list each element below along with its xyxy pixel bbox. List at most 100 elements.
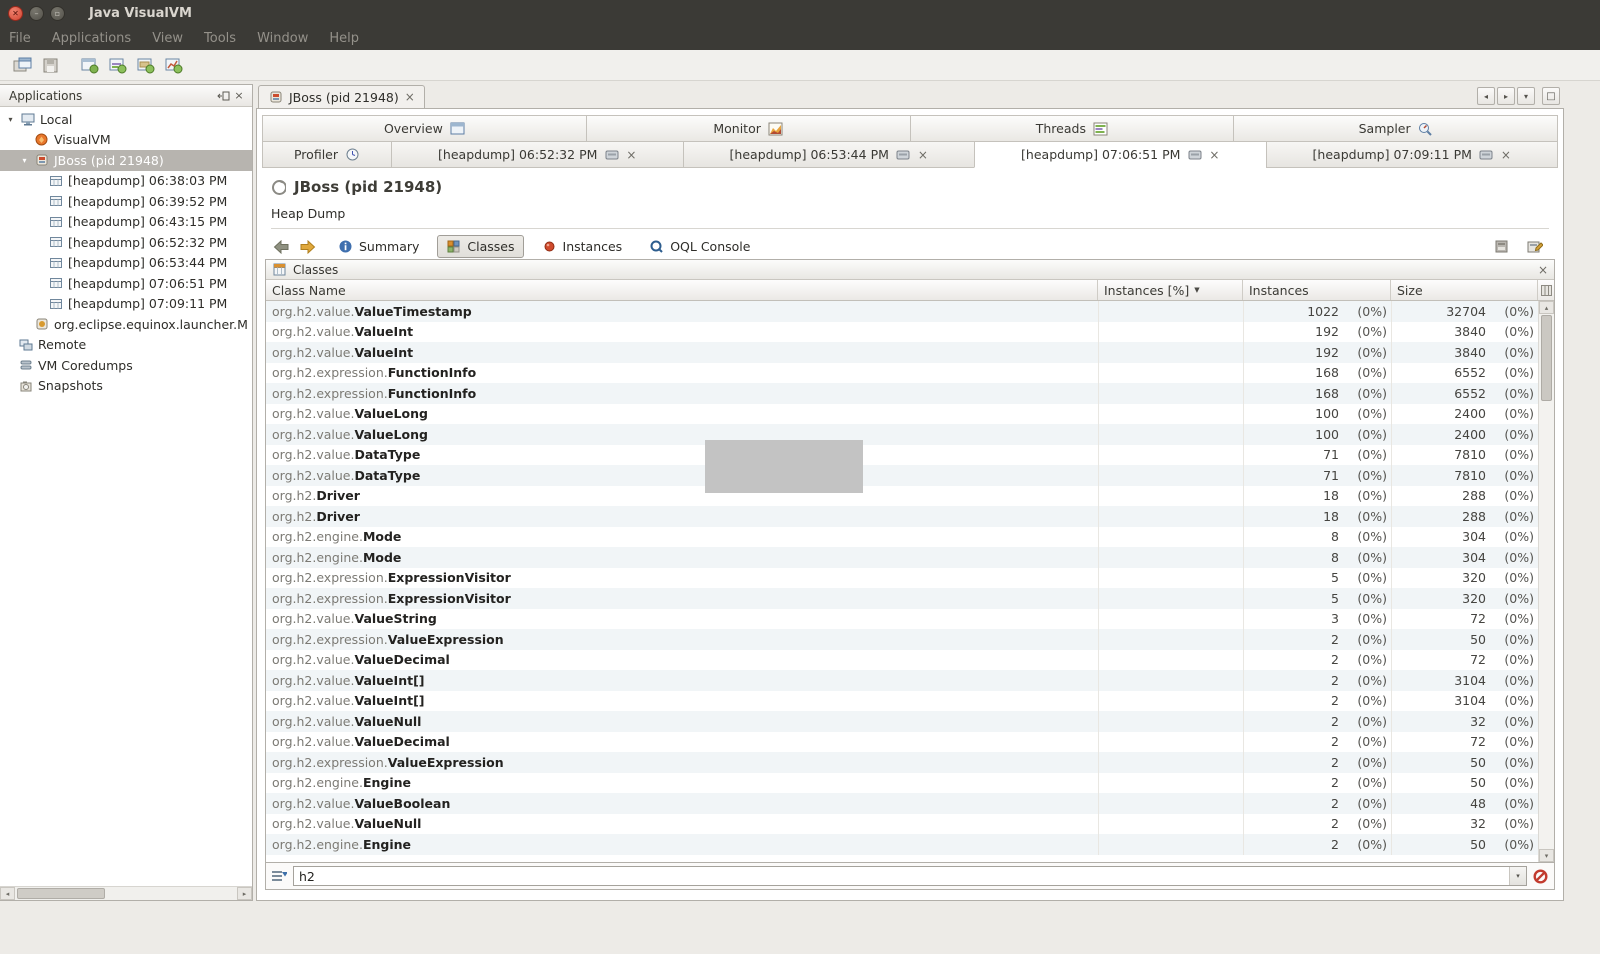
instances-button[interactable]: Instances	[533, 235, 632, 258]
table-row[interactable]: org.h2.engine.Engine 2 (0%) 50 (0%)	[266, 772, 1538, 793]
class-filter-input[interactable]	[294, 867, 1509, 885]
table-row[interactable]: org.h2.value.ValueInt 192 (0%) 3840 (0%)	[266, 342, 1538, 363]
tabs-list-button[interactable]: ▾	[1517, 87, 1535, 105]
table-row[interactable]: org.h2.expression.ValueExpression 2 (0%) …	[266, 629, 1538, 650]
sidebar-close-icon[interactable]: ×	[231, 88, 247, 104]
panel-close-icon[interactable]: ×	[1538, 264, 1548, 276]
close-tab-icon[interactable]: ×	[1209, 149, 1219, 161]
tree-item-local[interactable]: ▾ Local	[0, 109, 252, 130]
table-row[interactable]: org.h2.engine.Engine 2 (0%) 50 (0%)	[266, 834, 1538, 855]
tab-monitor[interactable]: Monitor	[585, 115, 911, 142]
application-snapshot-icon[interactable]	[78, 53, 102, 77]
close-tab-icon[interactable]: ×	[626, 149, 636, 161]
table-row[interactable]: org.h2.engine.Mode 8 (0%) 304 (0%)	[266, 526, 1538, 547]
table-row[interactable]: org.h2.value.ValueDecimal 2 (0%) 72 (0%)	[266, 731, 1538, 752]
table-row[interactable]: org.h2.value.ValueDecimal 2 (0%) 72 (0%)	[266, 649, 1538, 670]
table-row[interactable]: org.h2.value.ValueInt 192 (0%) 3840 (0%)	[266, 321, 1538, 342]
table-row[interactable]: org.h2.expression.FunctionInfo 168 (0%) 6…	[266, 383, 1538, 404]
forward-icon[interactable]	[296, 236, 320, 258]
save-snapshot-icon[interactable]	[38, 53, 62, 77]
load-snapshot-icon[interactable]	[10, 53, 34, 77]
tabs-scroll-left-button[interactable]: ◂	[1477, 87, 1495, 105]
tree-item-heapdump[interactable]: [heapdump] 07:06:51 PM	[0, 273, 252, 294]
tree-item-heapdump[interactable]: [heapdump] 06:52:32 PM	[0, 232, 252, 253]
maximize-view-button[interactable]: □	[1542, 87, 1560, 105]
scroll-left-icon[interactable]: ◂	[0, 887, 15, 900]
table-row[interactable]: org.h2.value.ValueNull 2 (0%) 32 (0%)	[266, 711, 1538, 732]
export-icon[interactable]	[1491, 237, 1511, 257]
expander-icon[interactable]: ▾	[6, 115, 15, 124]
tab-overview[interactable]: Overview	[262, 115, 587, 142]
table-row[interactable]: org.h2.value.ValueTimestamp 1022 (0%) 327…	[266, 301, 1538, 322]
menu-item[interactable]: Window	[257, 31, 308, 46]
column-header-class-name[interactable]: Class Name	[266, 280, 1098, 300]
tree-item-visualvm[interactable]: VisualVM	[0, 130, 252, 151]
clear-filter-icon[interactable]	[1533, 868, 1548, 884]
menu-item[interactable]: Help	[329, 31, 359, 46]
scroll-right-icon[interactable]: ▸	[237, 887, 252, 900]
tab-heapdump-065232[interactable]: [heapdump] 06:52:32 PM ×	[391, 142, 684, 168]
table-row[interactable]: org.h2.expression.ExpressionVisitor 5 (0%…	[266, 588, 1538, 609]
window-maximize-button[interactable]: ▫	[50, 6, 65, 21]
expander-icon[interactable]: ▾	[20, 156, 29, 165]
summary-button[interactable]: Summary	[329, 235, 428, 258]
tab-sampler[interactable]: Sampler	[1233, 115, 1558, 142]
filter-dropdown-icon[interactable]: ▾	[1509, 867, 1526, 885]
table-row[interactable]: org.h2.value.DataType 71 (0%) 7810 (0%)	[266, 444, 1538, 465]
back-icon[interactable]	[269, 236, 293, 258]
table-vertical-scrollbar[interactable]: ▴ ▾	[1538, 301, 1554, 862]
auto-hide-icon[interactable]	[215, 88, 231, 104]
table-row[interactable]: org.h2.value.ValueInt[] 2 (0%) 3104 (0%)	[266, 690, 1538, 711]
menu-item[interactable]: File	[9, 31, 31, 46]
scrollbar-thumb[interactable]	[17, 888, 105, 899]
table-row[interactable]: org.h2.value.ValueLong 100 (0%) 2400 (0%)	[266, 403, 1538, 424]
close-tab-icon[interactable]: ×	[1501, 149, 1511, 161]
table-row[interactable]: org.h2.Driver 18 (0%) 288 (0%)	[266, 506, 1538, 527]
tree-item-heapdump[interactable]: [heapdump] 06:39:52 PM	[0, 191, 252, 212]
table-row[interactable]: org.h2.engine.Mode 8 (0%) 304 (0%)	[266, 547, 1538, 568]
close-tab-icon[interactable]: ×	[918, 149, 928, 161]
tab-heapdump-065344[interactable]: [heapdump] 06:53:44 PM ×	[682, 142, 975, 168]
save-view-icon[interactable]	[1525, 237, 1545, 257]
tree-item-jboss[interactable]: ▾ JBoss (pid 21948)	[0, 150, 252, 171]
column-header-size[interactable]: Size	[1391, 280, 1538, 300]
sidebar-horizontal-scrollbar[interactable]: ◂ ▸	[0, 886, 252, 900]
tree-item-equinox[interactable]: org.eclipse.equinox.launcher.M	[0, 314, 252, 335]
tab-profiler[interactable]: Profiler	[262, 142, 392, 168]
profiler-snapshot-icon[interactable]	[162, 53, 186, 77]
column-header-instances-rel[interactable]: Instances [%] ▼	[1098, 280, 1243, 300]
menu-item[interactable]: Applications	[52, 31, 131, 46]
table-row[interactable]: org.h2.value.DataType 71 (0%) 7810 (0%)	[266, 465, 1538, 486]
table-row[interactable]: org.h2.expression.FunctionInfo 168 (0%) 6…	[266, 362, 1538, 383]
table-row[interactable]: org.h2.value.ValueLong 100 (0%) 2400 (0%)	[266, 424, 1538, 445]
thread-dump-icon[interactable]	[106, 53, 130, 77]
column-selector-button[interactable]	[1538, 280, 1554, 300]
tree-item-snapshots[interactable]: Snapshots	[0, 376, 252, 397]
heap-dump-icon[interactable]	[134, 53, 158, 77]
tree-item-heapdump[interactable]: [heapdump] 07:09:11 PM	[0, 294, 252, 315]
table-row[interactable]: org.h2.value.ValueNull 2 (0%) 32 (0%)	[266, 813, 1538, 834]
tree-item-heapdump[interactable]: [heapdump] 06:38:03 PM	[0, 171, 252, 192]
classes-button[interactable]: Classes	[437, 235, 524, 258]
tab-heapdump-070651[interactable]: [heapdump] 07:06:51 PM ×	[974, 142, 1267, 168]
oql-console-button[interactable]: OQL Console	[640, 235, 759, 258]
tree-item-heapdump[interactable]: [heapdump] 06:53:44 PM	[0, 253, 252, 274]
scrollbar-thumb[interactable]	[1541, 315, 1552, 401]
tab-heapdump-070911[interactable]: [heapdump] 07:09:11 PM ×	[1265, 142, 1558, 168]
scroll-up-icon[interactable]: ▴	[1539, 301, 1554, 314]
document-tab-jboss[interactable]: JBoss (pid 21948) ×	[258, 85, 425, 108]
menu-item[interactable]: Tools	[204, 31, 236, 46]
scroll-down-icon[interactable]: ▾	[1539, 849, 1554, 862]
table-row[interactable]: org.h2.expression.ValueExpression 2 (0%) …	[266, 752, 1538, 773]
close-tab-icon[interactable]: ×	[405, 91, 415, 103]
column-header-instances[interactable]: Instances	[1243, 280, 1391, 300]
tree-item-coredumps[interactable]: VM Coredumps	[0, 355, 252, 376]
menu-item[interactable]: View	[152, 31, 183, 46]
tree-item-remote[interactable]: Remote	[0, 335, 252, 356]
tab-threads[interactable]: Threads	[909, 115, 1235, 142]
table-row[interactable]: org.h2.value.ValueBoolean 2 (0%) 48 (0%)	[266, 793, 1538, 814]
window-minimize-button[interactable]: –	[29, 6, 44, 21]
window-close-button[interactable]: ✕	[8, 6, 23, 21]
table-row[interactable]: org.h2.Driver 18 (0%) 288 (0%)	[266, 485, 1538, 506]
tree-item-heapdump[interactable]: [heapdump] 06:43:15 PM	[0, 212, 252, 233]
